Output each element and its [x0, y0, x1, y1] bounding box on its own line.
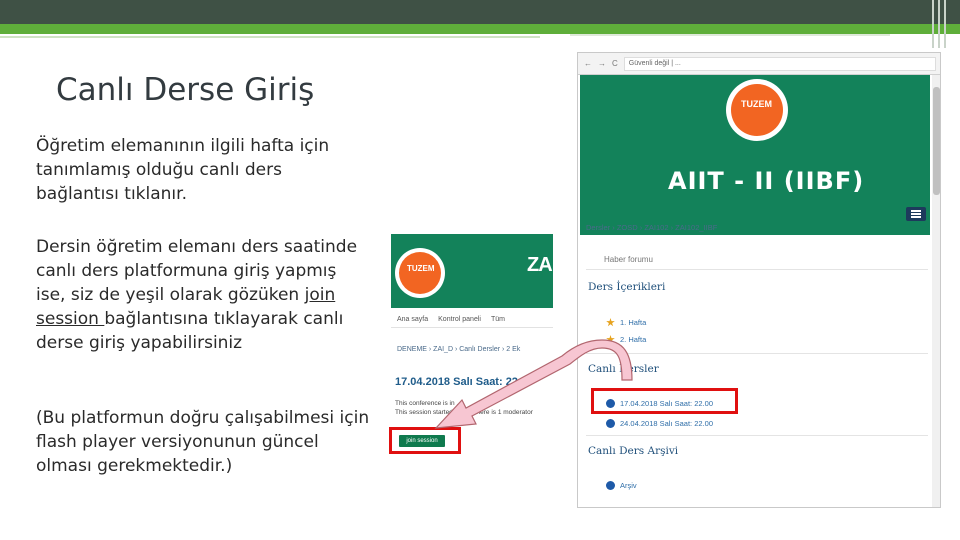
slide: Canlı Derse Giriş Öğretim elemanının ilg… [0, 0, 960, 540]
pointer-arrow-icon [434, 339, 633, 429]
